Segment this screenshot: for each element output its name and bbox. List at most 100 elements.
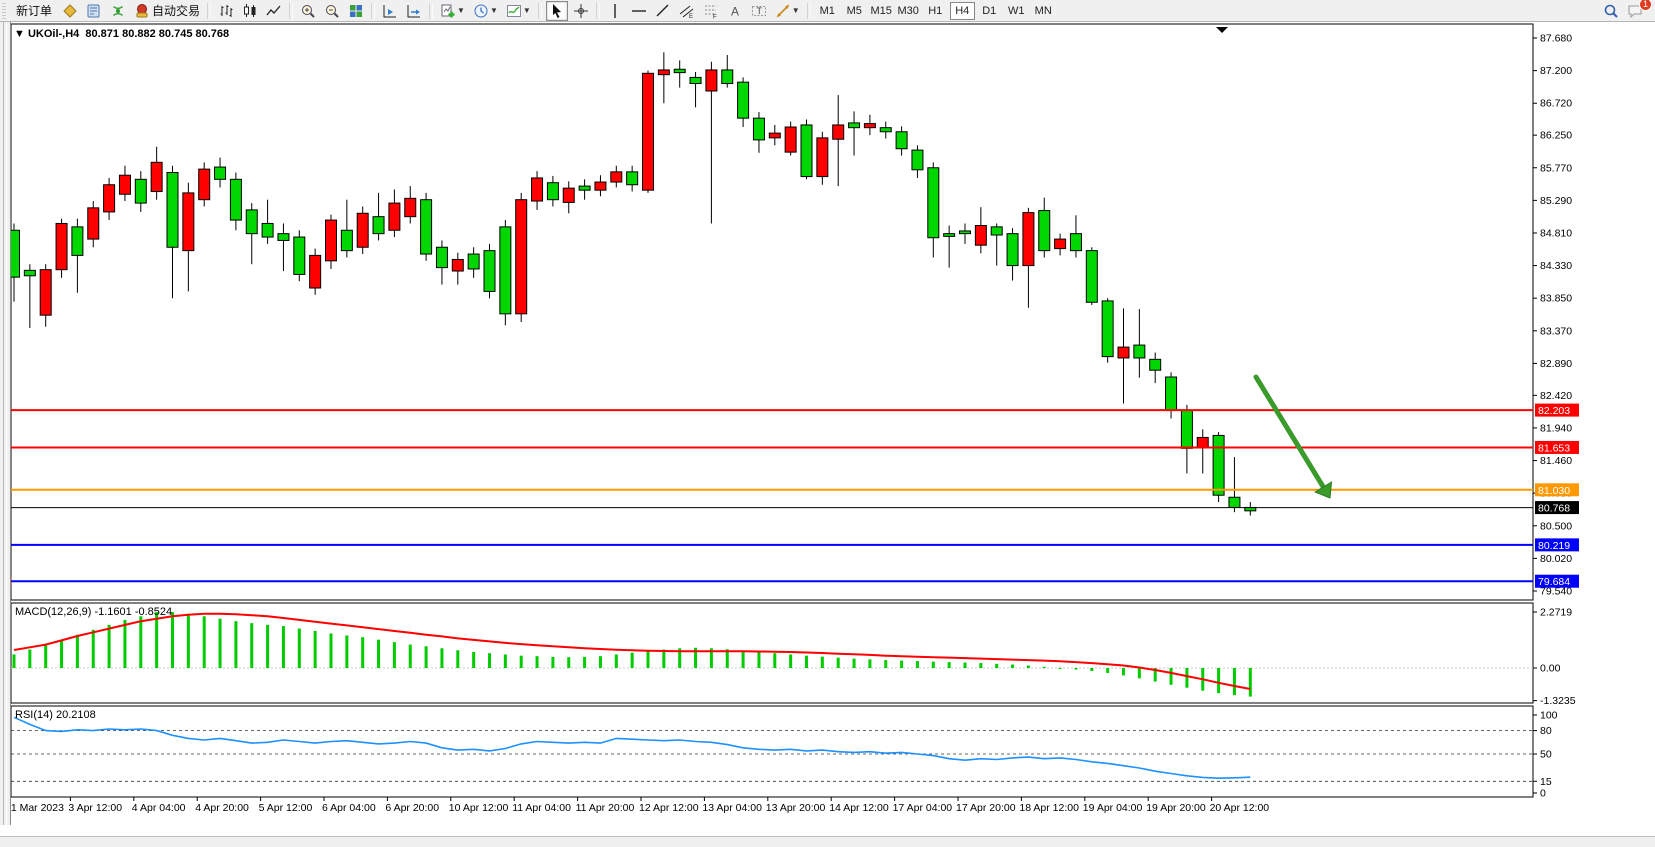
macd-bar xyxy=(520,656,523,668)
price-line-label: 81.030 xyxy=(1538,485,1570,497)
macd-bar xyxy=(805,656,808,668)
zoom-in-button[interactable] xyxy=(297,1,319,21)
note-icon-glyph xyxy=(62,3,78,19)
horizontal-line-button[interactable] xyxy=(628,1,650,21)
macd-bar xyxy=(409,645,412,668)
macd-pane[interactable] xyxy=(11,603,1533,703)
candle-body xyxy=(896,132,907,149)
timeframe-w1-button[interactable]: W1 xyxy=(1004,2,1029,20)
candle-body xyxy=(706,70,717,91)
horizontal-line-glyph xyxy=(631,3,647,19)
fibonacci-glyph: F xyxy=(703,3,719,19)
fibonacci-button[interactable]: F xyxy=(700,1,722,21)
channel-button[interactable]: E xyxy=(676,1,698,21)
search-icon[interactable] xyxy=(1600,1,1622,21)
toolbar-separator xyxy=(371,3,375,19)
periods-button[interactable]: ▼ xyxy=(470,1,501,21)
autotrade-button[interactable]: 自动交易 xyxy=(131,1,203,21)
rsi-pane[interactable] xyxy=(11,706,1533,797)
candle-body xyxy=(294,237,305,274)
chart-window[interactable]: 87.68087.20086.72086.25085.77085.29084.8… xyxy=(0,22,1655,825)
main-pane[interactable] xyxy=(11,24,1533,600)
chart-shift-button[interactable] xyxy=(379,1,401,21)
candle xyxy=(785,122,796,156)
new-chart-button[interactable]: ▼ xyxy=(437,1,468,21)
candle-body xyxy=(1070,234,1081,251)
macd-bar xyxy=(884,660,887,668)
chart-line-button[interactable] xyxy=(263,1,285,21)
candle-body xyxy=(1166,377,1177,410)
macd-bar xyxy=(1233,668,1236,695)
timeframe-h4-button[interactable]: H4 xyxy=(950,2,975,20)
price-tick-label: 81.460 xyxy=(1540,455,1572,467)
chevron-down-icon[interactable]: ▼ xyxy=(457,6,465,15)
rsi-scale-label: 0 xyxy=(1540,788,1546,800)
note-icon[interactable] xyxy=(59,1,81,21)
arrows-glyph xyxy=(775,3,791,19)
macd-bar xyxy=(76,635,79,668)
new-order-button[interactable]: 新订单 xyxy=(9,1,57,21)
arrows-button[interactable]: ▼ xyxy=(772,1,803,21)
timeframe-m30-button[interactable]: M30 xyxy=(896,2,921,20)
macd-bar xyxy=(298,629,301,668)
macd-bar xyxy=(345,635,348,668)
vertical-line-button[interactable] xyxy=(604,1,626,21)
auto-scroll-button[interactable] xyxy=(403,1,425,21)
time-tick-label: 5 Apr 12:00 xyxy=(259,802,313,814)
chevron-down-icon[interactable]: ▼ xyxy=(523,6,531,15)
text-button[interactable]: A xyxy=(724,1,746,21)
time-tick-label: 4 Apr 20:00 xyxy=(195,802,249,814)
trendline-button[interactable] xyxy=(652,1,674,21)
autotrade-button-label: 自动交易 xyxy=(152,2,200,19)
timeframe-d1-button[interactable]: D1 xyxy=(977,2,1002,20)
candle-body xyxy=(135,179,146,203)
chart-candles-button[interactable] xyxy=(239,1,261,21)
macd-bar xyxy=(631,653,634,668)
chevron-down-icon[interactable]: ▼ xyxy=(490,6,498,15)
tile-windows-button[interactable] xyxy=(345,1,367,21)
macd-bar xyxy=(92,630,95,668)
indicators-button[interactable]: ▼ xyxy=(503,1,534,21)
chevron-down-icon[interactable]: ▼ xyxy=(792,6,800,15)
candle xyxy=(643,71,654,193)
macd-bar xyxy=(1170,668,1173,685)
timeframe-m15-button[interactable]: M15 xyxy=(869,2,894,20)
time-tick-label: 3 Apr 12:00 xyxy=(68,802,122,814)
candle-body xyxy=(183,193,194,251)
time-tick-label: 12 Apr 12:00 xyxy=(639,802,699,814)
notification-badge: 1 xyxy=(1639,0,1652,11)
price-line-label: 81.653 xyxy=(1538,442,1570,454)
toolbar-separator xyxy=(596,3,600,19)
symbol-title: ▼ UKOil-,H4 80.871 80.882 80.745 80.768 xyxy=(14,28,229,40)
macd-bar xyxy=(203,616,206,668)
macd-bar xyxy=(916,661,919,668)
timeframe-mn-button[interactable]: MN xyxy=(1031,2,1056,20)
candle-body xyxy=(357,213,368,247)
svg-text:E: E xyxy=(689,14,693,19)
chart-bars-button[interactable] xyxy=(215,1,237,21)
macd-bar xyxy=(425,646,428,668)
zoom-out-button[interactable] xyxy=(321,1,343,21)
price-tick-label: 84.330 xyxy=(1540,260,1572,272)
candle-body xyxy=(975,226,986,246)
timeframe-m1-button[interactable]: M1 xyxy=(815,2,840,20)
timeframe-m5-button[interactable]: M5 xyxy=(842,2,867,20)
time-tick-label: 17 Apr 20:00 xyxy=(956,802,1016,814)
cursor-button[interactable] xyxy=(546,1,568,21)
timeframe-h1-button[interactable]: H1 xyxy=(923,2,948,20)
chart-canvas[interactable]: 87.68087.20086.72086.25085.77085.29084.8… xyxy=(0,22,1655,825)
chart-line-glyph xyxy=(266,3,282,19)
metaeditor-icon[interactable] xyxy=(83,1,105,21)
crosshair-button[interactable] xyxy=(570,1,592,21)
notifications-icon[interactable]: 1 xyxy=(1624,1,1646,21)
candle-body xyxy=(595,182,606,190)
time-tick-label: 20 Apr 12:00 xyxy=(1210,802,1270,814)
macd-label: MACD(12,26,9) -1.1601 -0.8524 xyxy=(15,606,172,618)
candle-body xyxy=(230,179,241,220)
candle-body xyxy=(690,77,701,83)
signal-icon[interactable] xyxy=(107,1,129,21)
candle-body xyxy=(833,125,844,139)
candle-body xyxy=(1039,211,1050,251)
candle-body xyxy=(1023,213,1034,266)
text-label-button[interactable]: T xyxy=(748,1,770,21)
